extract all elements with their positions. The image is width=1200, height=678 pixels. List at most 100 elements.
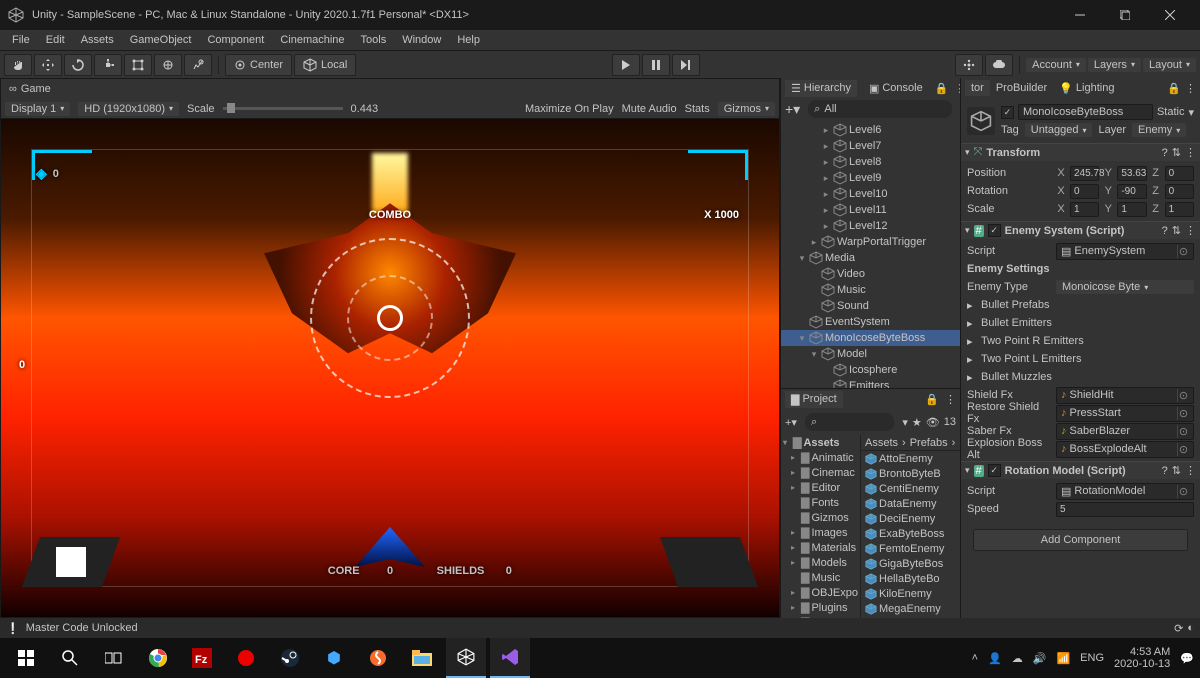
- project-asset-list[interactable]: Assets › Prefabs › AttoEnemyBrontoByteBC…: [861, 435, 960, 618]
- foldout-row[interactable]: ▸Bullet Prefabs: [967, 296, 1194, 314]
- menu-assets[interactable]: Assets: [73, 32, 122, 48]
- transform-tool-button[interactable]: [154, 54, 182, 76]
- hierarchy-item[interactable]: ▸Level11: [781, 202, 960, 218]
- play-button[interactable]: [612, 54, 640, 76]
- step-button[interactable]: [672, 54, 700, 76]
- probuilder-tab[interactable]: ProBuilder: [990, 80, 1053, 96]
- start-button[interactable]: [6, 638, 46, 678]
- hand-tool-button[interactable]: [4, 54, 32, 76]
- rotate-tool-button[interactable]: [64, 54, 92, 76]
- kebab-icon[interactable]: ⋮: [945, 393, 956, 406]
- transform-component-header[interactable]: ▾ ⤧ Transform ? ⇅ ⋮: [961, 143, 1200, 161]
- fx-field[interactable]: ♪PressStart⊙: [1056, 405, 1194, 422]
- tray-clock[interactable]: 4:53 AM 2020-10-13: [1114, 646, 1170, 670]
- help-icon[interactable]: ?: [1162, 147, 1168, 159]
- account-dropdown[interactable]: Account: [1026, 58, 1086, 72]
- project-folder-tree[interactable]: ▾▇Assets▸▇Animatic▸▇Cinemac▸▇Editor▇Font…: [781, 435, 861, 618]
- taskbar-app-icon[interactable]: ⬢: [314, 638, 354, 678]
- rot-x-field[interactable]: 0: [1070, 184, 1099, 199]
- favorites-icon[interactable]: ★: [912, 416, 922, 429]
- taskbar-visualstudio-icon[interactable]: [490, 638, 530, 678]
- fx-field[interactable]: ♪BossExplodeAlt⊙: [1056, 441, 1194, 458]
- tray-notifications-icon[interactable]: 💬: [1180, 652, 1194, 665]
- pos-x-field[interactable]: 245.78: [1070, 166, 1099, 181]
- menu-window[interactable]: Window: [394, 32, 449, 48]
- scl-x-field[interactable]: 1: [1070, 202, 1099, 217]
- prefab-item[interactable]: KiloEnemy: [861, 586, 960, 601]
- folder-item[interactable]: ▸▇Plugins: [781, 600, 860, 615]
- filter-icon[interactable]: ▾: [902, 416, 908, 429]
- kebab-icon[interactable]: ⋮: [1185, 146, 1196, 159]
- minimize-button[interactable]: [1057, 0, 1102, 30]
- layer-dropdown[interactable]: Enemy: [1132, 123, 1186, 137]
- tray-wifi-icon[interactable]: 📶: [1056, 652, 1070, 665]
- console-tab[interactable]: ▣Console: [863, 80, 929, 97]
- tray-cloud-icon[interactable]: ☁: [1012, 652, 1023, 665]
- hierarchy-item[interactable]: ▸Level9: [781, 170, 960, 186]
- hierarchy-item[interactable]: ▾MonoIcoseByteBoss: [781, 330, 960, 346]
- kebab-icon[interactable]: ⋮: [1185, 224, 1196, 237]
- prefab-item[interactable]: AttoEnemy: [861, 451, 960, 466]
- tray-volume-icon[interactable]: 🔊: [1033, 652, 1047, 665]
- menu-tools[interactable]: Tools: [353, 32, 395, 48]
- hierarchy-item[interactable]: ▸Level12: [781, 218, 960, 234]
- script-field[interactable]: ▤EnemySystem⊙: [1056, 243, 1194, 260]
- prefab-item[interactable]: DeciEnemy: [861, 511, 960, 526]
- help-icon[interactable]: ?: [1162, 465, 1168, 477]
- hierarchy-item[interactable]: Icosphere: [781, 362, 960, 378]
- breadcrumb-assets[interactable]: Assets: [865, 437, 898, 449]
- create-dropdown[interactable]: +▾: [785, 101, 800, 118]
- game-view[interactable]: ◈ 0 COMBO X 1000 0 CORE 0 SHIELDS 0: [1, 119, 779, 617]
- folder-item[interactable]: ▸▇Images: [781, 525, 860, 540]
- search-button[interactable]: [50, 638, 90, 678]
- speed-field[interactable]: 5: [1056, 502, 1194, 517]
- folder-item[interactable]: ▇Fonts: [781, 495, 860, 510]
- menu-help[interactable]: Help: [449, 32, 488, 48]
- hierarchy-item[interactable]: ▸Level8: [781, 154, 960, 170]
- collab-button[interactable]: [955, 54, 983, 76]
- hierarchy-item[interactable]: EventSystem: [781, 314, 960, 330]
- hierarchy-item[interactable]: ▸Level10: [781, 186, 960, 202]
- hierarchy-item[interactable]: Emitters: [781, 378, 960, 388]
- prefab-item[interactable]: CentiEnemy: [861, 481, 960, 496]
- preset-icon[interactable]: ⇅: [1172, 224, 1181, 237]
- resolution-dropdown[interactable]: HD (1920x1080): [78, 102, 179, 116]
- prefab-item[interactable]: BrontoByteB: [861, 466, 960, 481]
- rotation-model-enabled-checkbox[interactable]: ✓: [988, 464, 1001, 477]
- hierarchy-item[interactable]: ▾Model: [781, 346, 960, 362]
- enemy-system-component-header[interactable]: ▾ # ✓ Enemy System (Script) ? ⇅ ⋮: [961, 221, 1200, 239]
- space-toggle-button[interactable]: Local: [294, 54, 356, 76]
- tray-people-icon[interactable]: 👤: [988, 652, 1002, 665]
- folder-item[interactable]: ▸▇Editor: [781, 480, 860, 495]
- prefab-item[interactable]: ExaByteBoss: [861, 526, 960, 541]
- taskbar-explorer-icon[interactable]: [402, 638, 442, 678]
- close-button[interactable]: [1147, 0, 1192, 30]
- taskbar-chrome-icon[interactable]: [138, 638, 178, 678]
- scale-slider[interactable]: [223, 107, 343, 110]
- gizmos-dropdown[interactable]: Gizmos: [718, 102, 775, 116]
- scl-z-field[interactable]: 1: [1165, 202, 1194, 217]
- menu-gameobject[interactable]: GameObject: [122, 32, 200, 48]
- enemy-system-enabled-checkbox[interactable]: ✓: [988, 224, 1001, 237]
- game-tab[interactable]: ∞ Game: [1, 79, 59, 99]
- hierarchy-tree[interactable]: ▸Level6▸Level7▸Level8▸Level9▸Level10▸Lev…: [781, 120, 960, 388]
- pivot-toggle-button[interactable]: Center: [225, 54, 292, 76]
- taskbar-filezilla-icon[interactable]: Fz: [182, 638, 222, 678]
- menu-edit[interactable]: Edit: [38, 32, 73, 48]
- inspector-tab[interactable]: tor: [965, 80, 990, 96]
- rotation-script-field[interactable]: ▤RotationModel⊙: [1056, 483, 1194, 500]
- lock-icon[interactable]: 🔒: [925, 393, 939, 406]
- pos-z-field[interactable]: 0: [1165, 166, 1194, 181]
- scl-y-field[interactable]: 1: [1117, 202, 1146, 217]
- taskbar-unity-icon[interactable]: [446, 638, 486, 678]
- preset-icon[interactable]: ⇅: [1172, 146, 1181, 159]
- kebab-icon[interactable]: ⋮: [1185, 464, 1196, 477]
- pause-button[interactable]: [642, 54, 670, 76]
- foldout-row[interactable]: ▸Two Point L Emitters: [967, 350, 1194, 368]
- folder-item[interactable]: ▇Music: [781, 570, 860, 585]
- prefab-item[interactable]: HellaByteBo: [861, 571, 960, 586]
- hierarchy-item[interactable]: Sound: [781, 298, 960, 314]
- prefab-item[interactable]: FemtoEnemy: [861, 541, 960, 556]
- taskbar-record-icon[interactable]: [226, 638, 266, 678]
- folder-item[interactable]: ▇Gizmos: [781, 510, 860, 525]
